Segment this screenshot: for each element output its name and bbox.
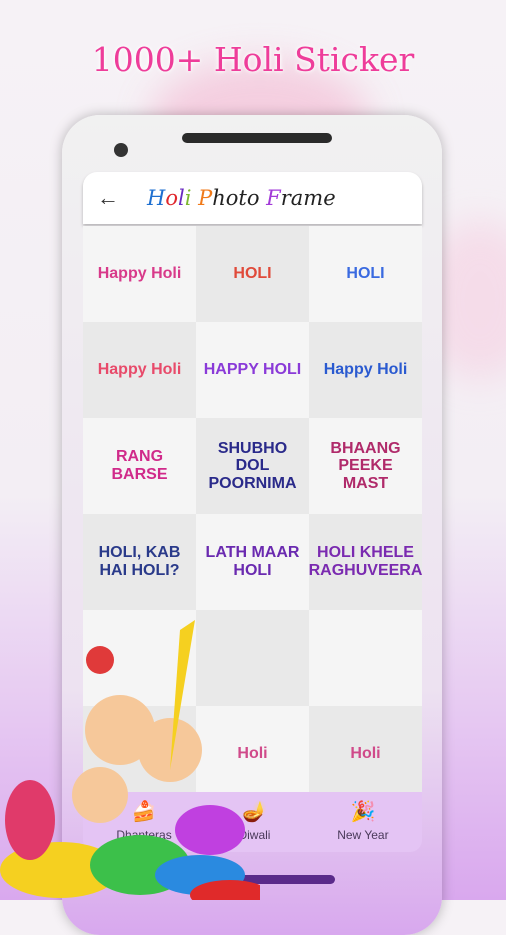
title-part: hoto (212, 186, 267, 210)
title-part: P (191, 186, 213, 210)
headline: 1000+ Holi Sticker (91, 40, 415, 79)
sticker-lettering: HOLI (233, 265, 272, 283)
sticker-item[interactable]: BHAANG PEEKE MAST (309, 418, 422, 514)
sticker-item[interactable]: Holi (309, 706, 422, 802)
party-hat-icon: 🎉 (350, 801, 376, 823)
back-button[interactable]: ← (83, 185, 133, 211)
arrow-left-icon: ← (97, 185, 119, 210)
sticker-lettering: HOLI, KAB HAI HOLI? (98, 544, 181, 579)
sticker-lettering: HOLI KHELE RAGHUVEERA (308, 544, 423, 579)
sticker-item[interactable]: HAPPY HOLI (196, 322, 309, 418)
sticker-item[interactable]: HOLI, KAB HAI HOLI? (83, 514, 196, 610)
sticker-lettering: Holi (350, 745, 381, 763)
sticker-lettering: BHAANG PEEKE MAST (330, 439, 401, 492)
app-header: ← Holi Photo Frame (83, 172, 422, 224)
sticker-lettering: LATH MAAR HOLI (205, 544, 300, 579)
title-part: l (177, 186, 185, 210)
title-part: rame (280, 186, 336, 210)
sticker-item[interactable] (309, 610, 422, 706)
nav-item-new-year[interactable]: 🎉 New Year (337, 799, 388, 842)
camera-icon (114, 143, 128, 157)
sticker-lettering: Happy Holi (323, 361, 408, 379)
sticker-lettering: HOLI (346, 265, 385, 283)
sticker-item[interactable]: HOLI (196, 226, 309, 322)
app-title: Holi Photo Frame (147, 186, 336, 210)
sticker-item[interactable]: Happy Holi (83, 226, 196, 322)
sticker-lettering: Happy Holi (97, 265, 182, 283)
title-part: o (165, 186, 178, 210)
sticker-item[interactable]: Happy Holi (83, 322, 196, 418)
sticker-lettering: Happy Holi (97, 361, 182, 379)
sticker-item[interactable]: LATH MAAR HOLI (196, 514, 309, 610)
sticker-lettering: HAPPY HOLI (203, 361, 302, 379)
nav-label: New Year (337, 828, 389, 842)
holi-kids-illustration (0, 620, 260, 900)
sticker-item[interactable]: SHUBHO DOL POORNIMA (196, 418, 309, 514)
sticker-lettering: RANG BARSE (111, 448, 168, 483)
sticker-item[interactable]: Happy Holi (309, 322, 422, 418)
sticker-item[interactable]: HOLI KHELE RAGHUVEERA (309, 514, 422, 610)
sticker-item[interactable]: RANG BARSE (83, 418, 196, 514)
title-part: F (266, 186, 281, 210)
title-part: H (147, 186, 166, 210)
speaker-grille (182, 133, 332, 143)
sticker-item[interactable]: HOLI (309, 226, 422, 322)
sticker-lettering: SHUBHO DOL POORNIMA (208, 439, 297, 492)
